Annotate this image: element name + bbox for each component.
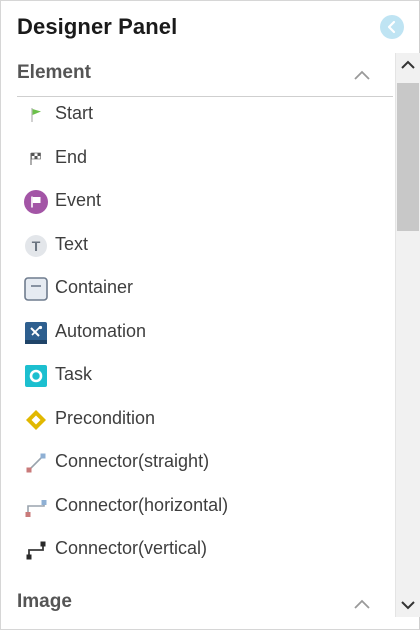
element-item-text[interactable]: T Text [17,226,393,266]
connector-vertical-icon [26,541,46,560]
designer-panel: Designer Panel Element Start End Event T… [0,0,420,630]
connector-straight-icon [26,453,46,473]
section-header-element[interactable]: Element [1,53,395,97]
element-item-connector-vertical[interactable]: Connector(vertical) [17,530,393,570]
start-flag-icon [31,108,41,122]
element-item-task[interactable]: Task [17,356,393,396]
element-item-label: Event [55,190,102,210]
scrollbar-thumb[interactable] [397,83,419,231]
element-item-connector-straight[interactable]: Connector(straight) [17,443,393,483]
element-item-end[interactable]: End [17,139,393,179]
container-icon [24,277,48,301]
event-flag-icon [24,190,48,214]
element-item-label: Connector(vertical) [55,538,208,558]
svg-text:T: T [32,238,41,254]
element-item-label: End [55,147,88,167]
collapse-panel-button[interactable] [380,15,404,39]
text-icon: T [25,235,47,257]
precondition-icon [26,410,46,430]
section-title: Image [17,591,72,612]
chevron-left-icon [387,20,396,34]
element-item-label: Container [55,277,134,297]
checkered-flag-icon [30,152,41,165]
panel-title: Designer Panel [17,14,178,39]
element-item-precondition[interactable]: Precondition [17,400,393,440]
element-item-label: Task [55,364,93,384]
element-item-label: Connector(straight) [55,451,210,471]
chevron-up-icon[interactable] [353,69,371,81]
task-icon [25,365,47,387]
scroll-down-arrow-icon[interactable] [396,595,420,615]
element-item-label: Precondition [55,408,156,428]
element-item-automation[interactable]: Automation [17,313,393,353]
element-item-container[interactable]: Container [17,269,393,309]
element-item-label: Text [55,234,89,254]
element-item-event[interactable]: Event [17,182,393,222]
vertical-scrollbar[interactable] [395,53,420,617]
panel-content: Element Start End Event T Text Container… [1,53,395,630]
section-header-image[interactable]: Image [1,582,395,626]
element-item-connector-horizontal[interactable]: Connector(horizontal) [17,487,393,527]
panel-header: Designer Panel [1,1,419,53]
chevron-up-icon[interactable] [353,598,371,610]
section-title: Element [17,62,91,83]
automation-icon [25,322,47,344]
element-item-label: Automation [55,321,147,341]
element-item-label: Connector(horizontal) [55,495,229,515]
scroll-up-arrow-icon[interactable] [396,55,420,75]
element-item-start[interactable]: Start [17,95,393,135]
connector-horizontal-icon [25,500,47,517]
element-item-label: Start [55,103,94,123]
